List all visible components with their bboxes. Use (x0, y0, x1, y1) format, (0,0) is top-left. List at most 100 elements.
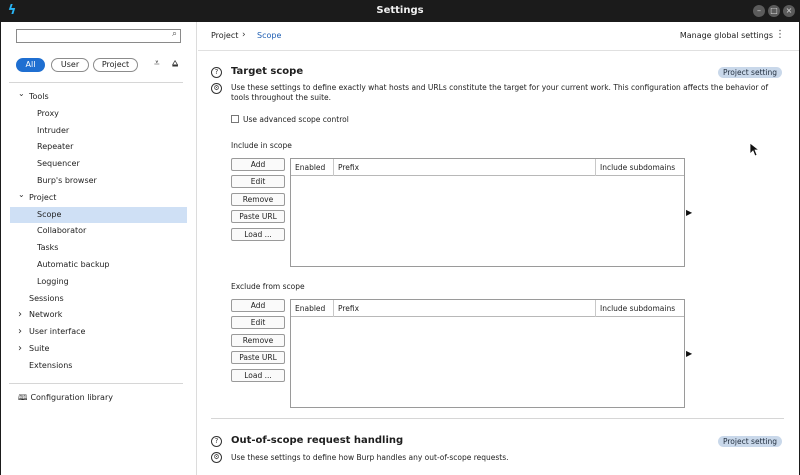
window-title: Settings (376, 5, 424, 16)
column-enabled[interactable]: Enabled (291, 159, 334, 176)
chevron-right-icon[interactable]: › (18, 341, 22, 357)
project-setting-badge: Project setting (718, 67, 783, 78)
sidebar-item-label: Automatic backup (37, 260, 110, 269)
column-prefix[interactable]: Prefix (334, 159, 596, 176)
sidebar-item-scope[interactable]: Scope (10, 207, 187, 223)
advanced-scope-checkbox-row[interactable]: Use advanced scope control (231, 115, 349, 124)
include-remove-button[interactable]: Remove (231, 193, 285, 206)
chevron-right-icon[interactable]: › (18, 307, 22, 323)
sidebar-item-label: Tasks (37, 243, 59, 252)
configuration-library-label: Configuration library (30, 393, 113, 402)
chevron-right-icon: › (242, 30, 246, 40)
section-divider (211, 418, 784, 419)
maximize-icon[interactable]: □ (768, 5, 780, 17)
expand-arrow-icon[interactable]: ▶ (686, 208, 692, 217)
column-enabled[interactable]: Enabled (291, 300, 334, 317)
out-of-scope-title: Out-of-scope request handling (231, 435, 404, 446)
table-header: Enabled Prefix Include subdomains (291, 300, 684, 317)
minimize-icon[interactable]: – (753, 5, 765, 17)
exclude-edit-button[interactable]: Edit (231, 316, 285, 329)
table-header: Enabled Prefix Include subdomains (291, 159, 684, 176)
main-header: Project › Scope Manage global settings ⋮ (198, 22, 799, 51)
sidebar-item-extensions[interactable]: Extensions (29, 358, 72, 374)
include-edit-button[interactable]: Edit (231, 175, 285, 188)
column-include-subdomains[interactable]: Include subdomains (596, 159, 684, 176)
settings-sidebar: ⌕ All User Project ⩡ ⩠ ⌄ Tools Proxy Intrud… (1, 22, 197, 475)
library-icon: 🕮 (18, 393, 28, 402)
sidebar-item-label: Repeater (37, 142, 74, 151)
filter-project-button[interactable]: Project (93, 58, 138, 72)
sidebar-item-label: Sessions (29, 294, 64, 303)
column-prefix[interactable]: Prefix (334, 300, 596, 317)
collapse-all-icon[interactable]: ⩠ (172, 58, 178, 69)
exclude-remove-button[interactable]: Remove (231, 334, 285, 347)
sidebar-item-label: Suite (29, 344, 50, 353)
help-icon[interactable]: ? (211, 67, 222, 78)
sidebar-item-tools[interactable]: ⌄ Tools (18, 89, 49, 105)
help-icon[interactable]: ? (211, 436, 222, 447)
chevron-down-icon[interactable]: ⌄ (18, 187, 25, 203)
sidebar-item-proxy[interactable]: Proxy (37, 106, 59, 122)
project-setting-badge: Project setting (718, 436, 783, 447)
column-include-subdomains[interactable]: Include subdomains (596, 300, 684, 317)
sidebar-item-automatic-backup[interactable]: Automatic backup (37, 257, 109, 273)
include-paste-url-button[interactable]: Paste URL (231, 210, 285, 223)
settings-window: ⌕ All User Project ⩡ ⩠ ⌄ Tools Proxy Intrud… (1, 22, 799, 475)
manage-global-settings-button[interactable]: Manage global settings (680, 31, 773, 40)
sidebar-item-collaborator[interactable]: Collaborator (37, 223, 86, 239)
expand-arrow-icon[interactable]: ▶ (686, 349, 692, 358)
sidebar-item-sequencer[interactable]: Sequencer (37, 156, 80, 172)
search-icon: ⌕ (171, 29, 177, 39)
title-bar: ϟ Settings – □ × (0, 0, 800, 22)
sidebar-item-sessions[interactable]: Sessions (29, 291, 64, 307)
include-load-button[interactable]: Load ... (231, 228, 285, 241)
search-input[interactable]: ⌕ (16, 29, 181, 43)
sidebar-item-label: Tools (29, 92, 49, 101)
sidebar-item-logging[interactable]: Logging (37, 274, 69, 290)
sidebar-item-label: User interface (29, 327, 86, 336)
filter-all-button[interactable]: All (16, 58, 45, 72)
more-options-icon[interactable]: ⋮ (775, 29, 785, 40)
chevron-down-icon[interactable]: ⌄ (18, 86, 25, 102)
target-scope-title: Target scope (231, 66, 304, 77)
sidebar-item-repeater[interactable]: Repeater (37, 139, 73, 155)
sidebar-item-tasks[interactable]: Tasks (37, 240, 58, 256)
include-in-scope-label: Include in scope (231, 141, 292, 150)
advanced-scope-label: Use advanced scope control (243, 115, 349, 124)
sidebar-divider (9, 82, 183, 83)
expand-all-icon[interactable]: ⩡ (154, 58, 160, 69)
close-icon[interactable]: × (783, 5, 795, 17)
exclude-add-button[interactable]: Add (231, 299, 285, 312)
breadcrumb-project[interactable]: Project (211, 31, 238, 40)
sidebar-item-project[interactable]: ⌄ Project (18, 190, 56, 206)
target-scope-description: Use these settings to define exactly wha… (231, 83, 769, 102)
advanced-scope-checkbox[interactable] (231, 115, 239, 123)
include-scope-table[interactable]: Enabled Prefix Include subdomains (290, 158, 685, 267)
settings-gear-icon[interactable]: ⚙ (211, 83, 222, 94)
sidebar-item-label: Proxy (37, 109, 59, 118)
sidebar-item-label: Sequencer (37, 159, 80, 168)
sidebar-item-user-interface[interactable]: › User interface (18, 324, 86, 340)
exclude-from-scope-label: Exclude from scope (231, 282, 305, 291)
exclude-paste-url-button[interactable]: Paste URL (231, 351, 285, 364)
sidebar-item-network[interactable]: › Network (18, 307, 63, 323)
out-of-scope-description: Use these settings to define how Burp ha… (231, 453, 509, 462)
sidebar-item-burp-s-browser[interactable]: Burp's browser (37, 173, 97, 189)
sidebar-item-label: Extensions (29, 361, 73, 370)
sidebar-item-intruder[interactable]: Intruder (37, 123, 69, 139)
include-add-button[interactable]: Add (231, 158, 285, 171)
sidebar-item-label: Intruder (37, 126, 70, 135)
sidebar-item-label: Scope (37, 210, 62, 219)
exclude-load-button[interactable]: Load ... (231, 369, 285, 382)
mouse-cursor-icon (750, 143, 760, 157)
sidebar-item-suite[interactable]: › Suite (18, 341, 50, 357)
settings-gear-icon[interactable]: ⚙ (211, 452, 222, 463)
exclude-scope-table[interactable]: Enabled Prefix Include subdomains (290, 299, 685, 408)
chevron-right-icon[interactable]: › (18, 324, 22, 340)
settings-main-panel: Project › Scope Manage global settings ⋮… (198, 22, 799, 475)
sidebar-item-label: Network (29, 310, 63, 319)
configuration-library-link[interactable]: 🕮 Configuration library (18, 390, 113, 406)
filter-user-button[interactable]: User (51, 58, 89, 72)
sidebar-item-label: Burp's browser (37, 176, 97, 185)
sidebar-item-label: Collaborator (37, 226, 87, 235)
